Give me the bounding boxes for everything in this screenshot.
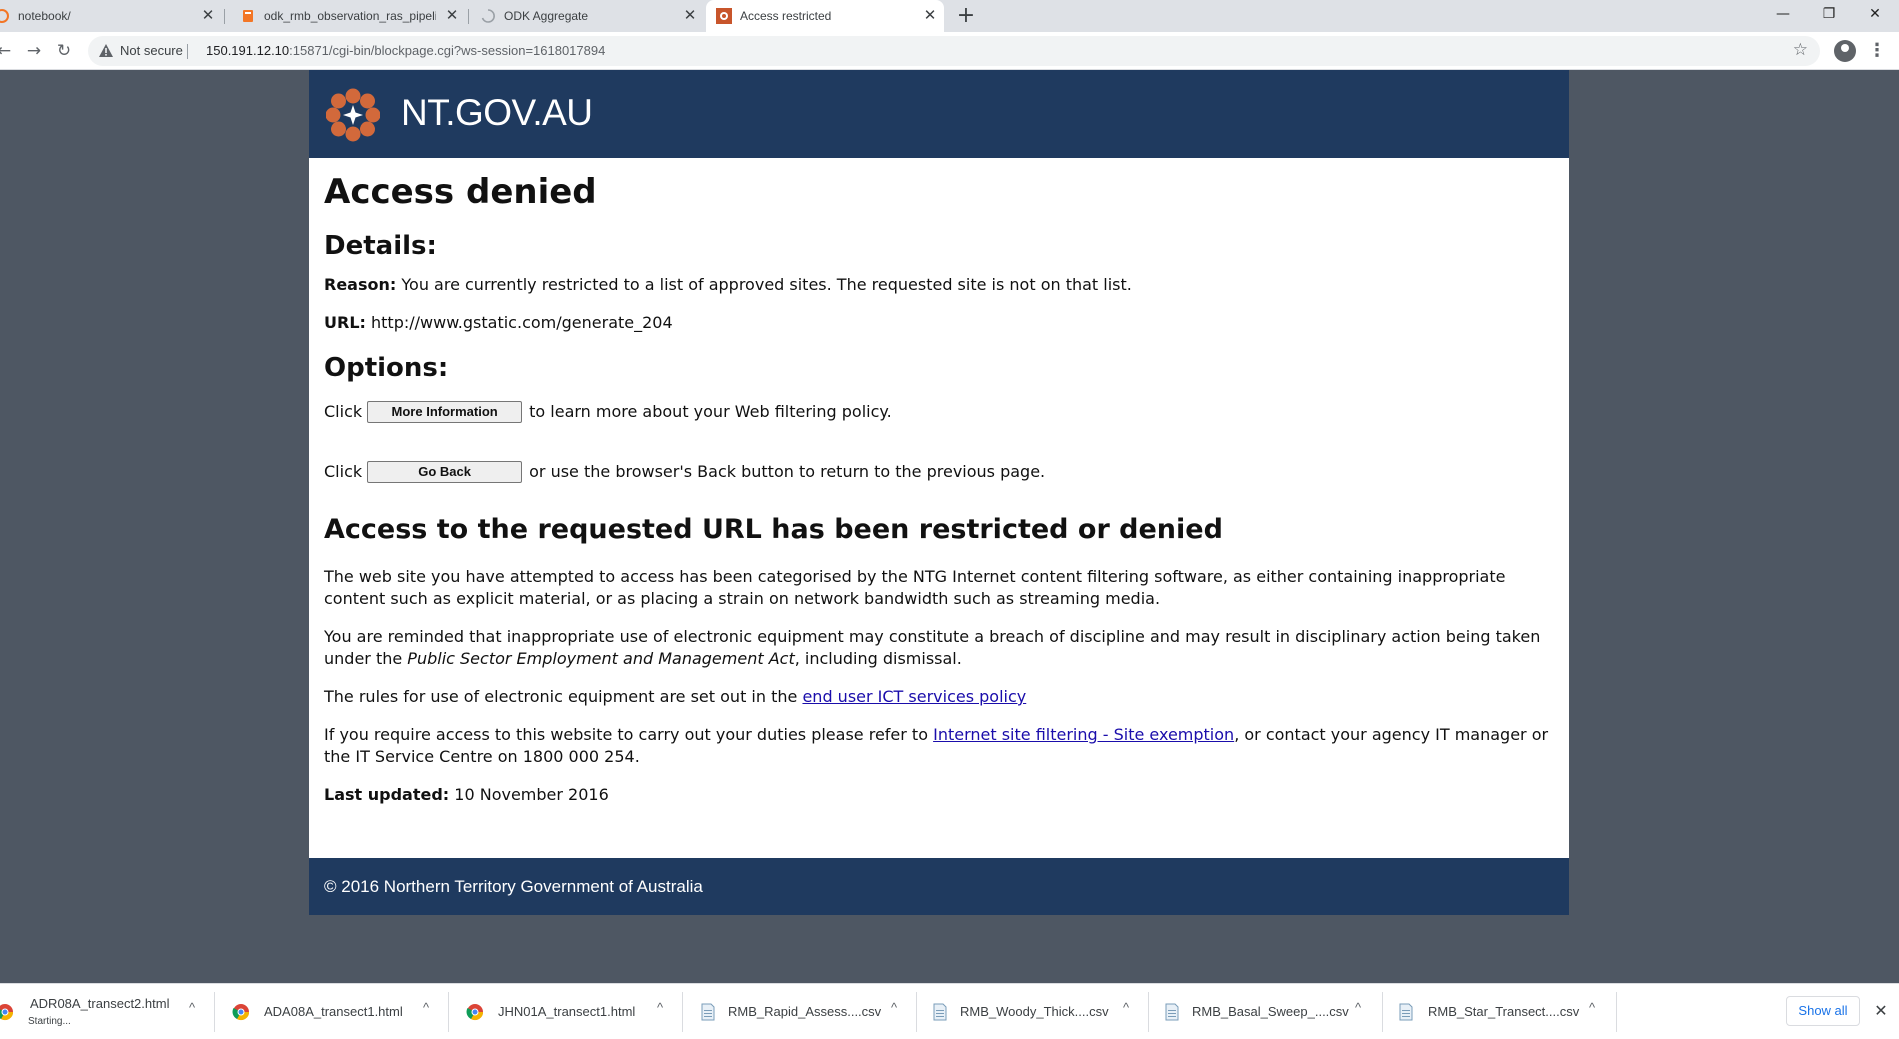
- download-item[interactable]: RMB_Star_Transect....csv ^: [1388, 984, 1610, 1039]
- browser-toolbar: ← → ↻ Not secure 150.191.12.10:15871/cgi…: [0, 32, 1899, 70]
- chevron-up-icon[interactable]: ^: [416, 998, 436, 1018]
- tab-notebook[interactable]: notebook/ ✕: [0, 0, 222, 32]
- site-name: NT.GOV.AU: [401, 92, 593, 133]
- more-information-button[interactable]: More Information: [367, 401, 523, 423]
- tab-access-restricted[interactable]: Access restricted ✕: [706, 0, 944, 32]
- download-item[interactable]: RMB_Woody_Thick....csv ^: [922, 984, 1144, 1039]
- site-exemption-link[interactable]: Internet site filtering - Site exemption: [933, 725, 1234, 744]
- minimize-button[interactable]: —: [1760, 0, 1806, 30]
- go-back-button[interactable]: Go Back: [367, 461, 523, 483]
- download-item[interactable]: ADR08A_transect2.html Starting... ^: [0, 984, 212, 1039]
- chrome-icon: [232, 1004, 250, 1021]
- tab-strip: notebook/ ✕ odk_rmb_observation_ras_pipe…: [0, 0, 1899, 32]
- close-icon[interactable]: ✕: [682, 8, 698, 24]
- reload-button[interactable]: ↻: [52, 39, 76, 63]
- chevron-up-icon[interactable]: ^: [1348, 998, 1368, 1018]
- warning-icon: [99, 44, 113, 57]
- block-page: NT.GOV.AU Access denied Details: Reason:…: [309, 70, 1569, 915]
- page-title: Access denied: [324, 172, 597, 212]
- exemption-paragraph: If you require access to this website to…: [324, 725, 1549, 766]
- filtering-paragraph: The web site you have attempted to acces…: [324, 567, 1506, 608]
- chevron-up-icon[interactable]: ^: [182, 998, 202, 1018]
- chevron-up-icon[interactable]: ^: [1116, 998, 1136, 1018]
- details-heading: Details:: [324, 231, 437, 261]
- bookmark-star-icon[interactable]: ☆: [1793, 40, 1808, 60]
- chrome-icon: [0, 1004, 14, 1021]
- reminder-paragraph: You are reminded that inappropriate use …: [324, 627, 1541, 668]
- forward-button[interactable]: →: [22, 39, 46, 63]
- close-icon[interactable]: ✕: [444, 8, 460, 24]
- chevron-up-icon[interactable]: ^: [1582, 998, 1602, 1018]
- csv-file-icon: [1399, 1003, 1413, 1021]
- main-content: Access denied Details: Reason: You are c…: [309, 158, 1569, 806]
- site-header: NT.GOV.AU: [309, 70, 1569, 158]
- option-go-back: Click Go Back or use the browser's Back …: [324, 461, 1046, 483]
- download-item[interactable]: RMB_Basal_Sweep_....csv ^: [1154, 984, 1376, 1039]
- csv-file-icon: [1165, 1003, 1179, 1021]
- notebook-file-icon: [243, 10, 253, 22]
- tab-odk-rmb-pipeline[interactable]: odk_rmb_observation_ras_pipeline ✕: [230, 0, 466, 32]
- close-icon[interactable]: ✕: [1871, 1001, 1891, 1021]
- tab-odk-aggregate[interactable]: ODK Aggregate ✕: [472, 0, 704, 32]
- options-heading: Options:: [324, 353, 449, 383]
- site-footer: © 2016 Northern Territory Government of …: [309, 858, 1569, 915]
- download-item[interactable]: RMB_Rapid_Assess....csv ^: [690, 984, 912, 1039]
- option-more-info: Click More Information to learn more abo…: [324, 401, 892, 423]
- chrome-icon: [466, 1004, 484, 1021]
- ntgov-favicon-icon: [716, 8, 732, 24]
- csv-file-icon: [701, 1003, 715, 1021]
- window-close-button[interactable]: ✕: [1852, 0, 1898, 30]
- loading-icon: [481, 9, 495, 23]
- reason-row: Reason: You are currently restricted to …: [324, 275, 1132, 294]
- ntgov-logo-icon: [326, 88, 380, 142]
- security-label: Not secure: [120, 43, 183, 58]
- jupyter-icon: [0, 9, 9, 23]
- url-row: URL: http://www.gstatic.com/generate_204: [324, 313, 673, 332]
- address-bar[interactable]: Not secure 150.191.12.10:15871/cgi-bin/b…: [88, 36, 1820, 66]
- restore-button[interactable]: ❐: [1806, 0, 1852, 30]
- show-all-downloads-button[interactable]: Show all: [1786, 996, 1860, 1026]
- restricted-heading: Access to the requested URL has been res…: [324, 514, 1223, 545]
- chevron-up-icon[interactable]: ^: [884, 998, 904, 1018]
- profile-avatar-icon[interactable]: [1834, 40, 1856, 62]
- new-tab-button[interactable]: +: [952, 5, 980, 27]
- url-text: 150.191.12.10:15871/cgi-bin/blockpage.cg…: [206, 43, 606, 58]
- chevron-up-icon[interactable]: ^: [650, 998, 670, 1018]
- close-icon[interactable]: ✕: [922, 8, 938, 24]
- ict-policy-link[interactable]: end user ICT services policy: [802, 687, 1026, 706]
- download-item[interactable]: JHN01A_transect1.html ^: [456, 984, 678, 1039]
- download-shelf: ADR08A_transect2.html Starting... ^ ADA0…: [0, 983, 1899, 1039]
- menu-icon[interactable]: ⋮: [1868, 38, 1886, 64]
- close-icon[interactable]: ✕: [200, 8, 216, 24]
- last-updated: Last updated: 10 November 2016: [324, 785, 609, 804]
- rules-paragraph: The rules for use of electronic equipmen…: [324, 687, 1027, 706]
- csv-file-icon: [933, 1003, 947, 1021]
- back-button[interactable]: ←: [0, 39, 16, 63]
- download-item[interactable]: ADA08A_transect1.html ^: [222, 984, 444, 1039]
